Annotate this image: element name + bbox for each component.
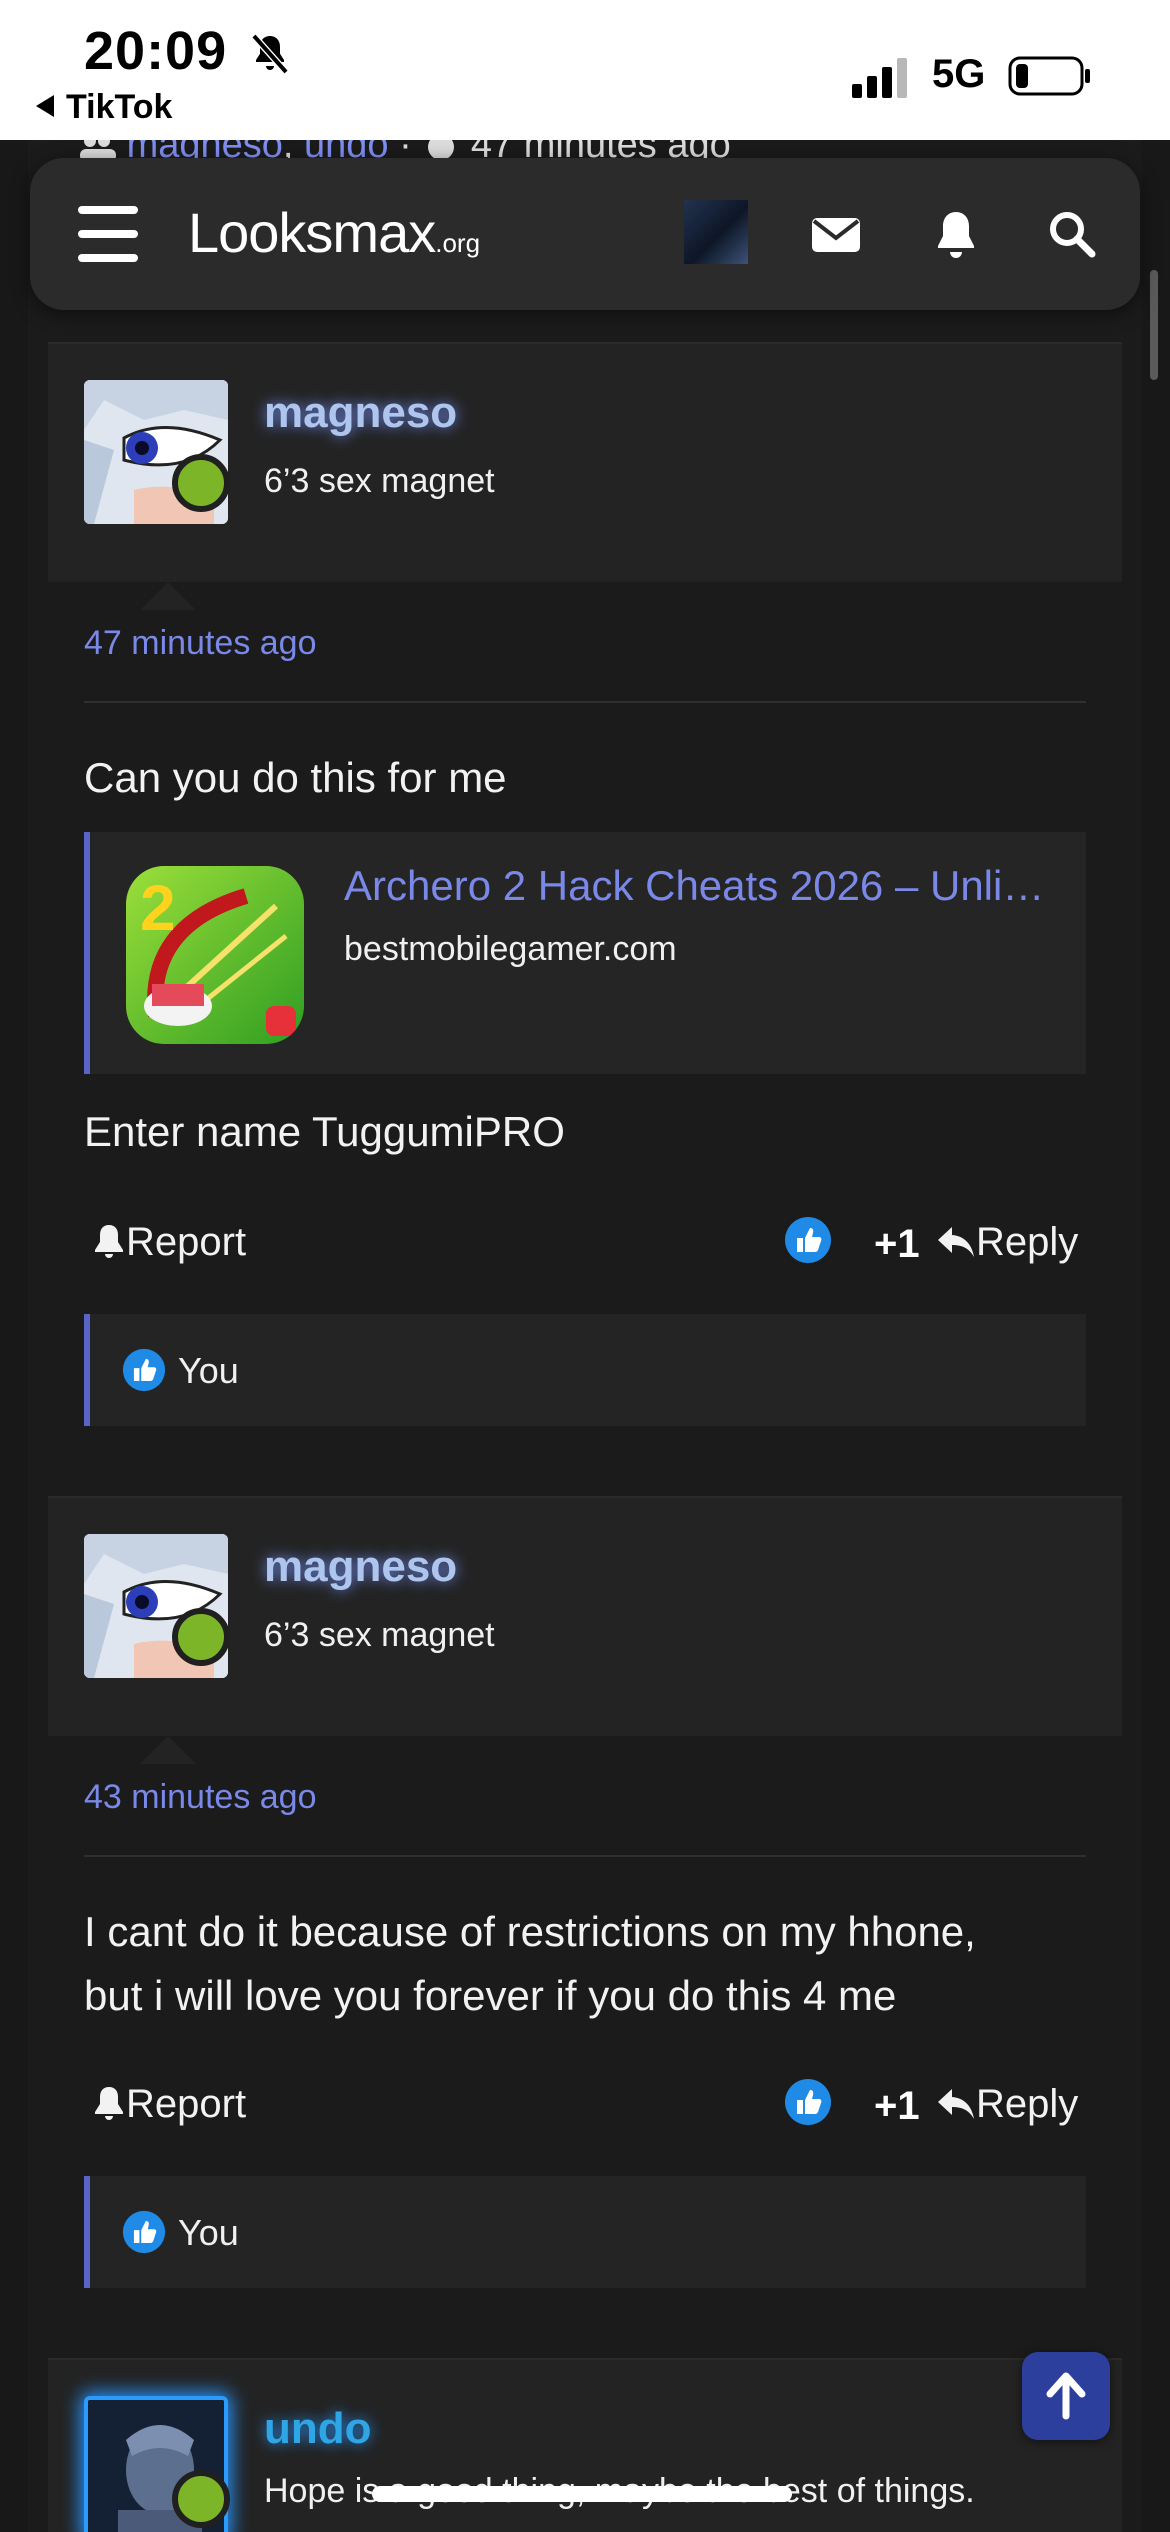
bell-icon xyxy=(95,1225,123,1258)
post-username[interactable]: magneso xyxy=(264,1542,457,1592)
divider xyxy=(84,701,1086,703)
post-message: I cant do it because of restrictions on … xyxy=(84,1900,1086,2028)
logo-text: Looksmax xyxy=(188,201,436,264)
status-bar: 20:09 TikTok 5G xyxy=(0,0,1170,140)
logo-suffix: .org xyxy=(435,228,481,258)
account-avatar[interactable] xyxy=(684,200,748,264)
report-button[interactable]: Report xyxy=(92,2082,246,2127)
post-timestamp[interactable]: 47 minutes ago xyxy=(84,624,1086,663)
status-time: 20:09 xyxy=(84,21,228,81)
reply-button[interactable]: Reply xyxy=(936,2082,1078,2127)
reply-arrow-icon xyxy=(938,1227,974,1257)
scroll-to-top-button[interactable] xyxy=(1022,2352,1110,2440)
link-domain: bestmobilegamer.com xyxy=(344,930,677,968)
bell-icon xyxy=(95,2087,123,2120)
post-message: Enter name TuggumiPRO xyxy=(84,1108,565,1155)
post-username[interactable]: magneso xyxy=(264,388,457,438)
like-icon xyxy=(122,1348,166,1392)
arrow-up-icon xyxy=(1046,2372,1086,2420)
divider xyxy=(84,1855,1086,1857)
envelope-icon[interactable] xyxy=(810,208,862,260)
reaction-count[interactable]: +1 xyxy=(874,1222,920,1267)
post-author-header: magneso 6’3 sex magnet xyxy=(48,1496,1122,1736)
link-preview[interactable]: 2 Archero 2 Hack Cheats 2026 – Unlimited… xyxy=(84,832,1086,1074)
post-actions: Report +1 Reply xyxy=(84,1210,1086,1280)
message-line: I cant do it because of restrictions on … xyxy=(84,1908,976,1955)
post-author-header: undo Hope is a good thing, maybe the bes… xyxy=(48,2358,1122,2532)
silent-bell-icon xyxy=(251,33,289,75)
link-title[interactable]: Archero 2 Hack Cheats 2026 – Unlimited G… xyxy=(344,862,1064,910)
menu-icon[interactable] xyxy=(78,206,138,262)
post-meta: 43 minutes ago xyxy=(84,1778,1086,1857)
battery-icon xyxy=(1008,56,1090,96)
post: undo Hope is a good thing, maybe the bes… xyxy=(48,2358,1122,2532)
redaction-scribble xyxy=(372,2486,792,2502)
cellular-signal-icon xyxy=(852,58,907,98)
post-message: Can you do this for me xyxy=(84,754,507,801)
scrollbar[interactable] xyxy=(1150,270,1158,380)
reply-label: Reply xyxy=(976,1220,1079,1264)
message-line: but i will love you forever if you do th… xyxy=(84,1972,897,2019)
post-author-header: magneso 6’3 sex magnet xyxy=(48,342,1122,582)
header-pointer xyxy=(140,582,196,610)
report-button[interactable]: Report xyxy=(92,1220,246,1265)
back-arrow-icon xyxy=(36,95,54,117)
reply-label: Reply xyxy=(976,2082,1079,2126)
like-icon xyxy=(122,2210,166,2254)
online-status-indicator xyxy=(172,2470,230,2528)
post-actions: Report +1 Reply xyxy=(84,2072,1086,2142)
top-navigation: Looksmax.org xyxy=(30,158,1140,310)
post-meta: 47 minutes ago xyxy=(84,624,1086,703)
reacted-by[interactable]: You xyxy=(178,2212,239,2254)
user-title: 6’3 sex magnet xyxy=(264,1616,495,1654)
reactions-list[interactable]: You xyxy=(84,1314,1086,1426)
back-to-app-link[interactable]: TikTok xyxy=(36,88,172,127)
reactions-list[interactable]: You xyxy=(84,2176,1086,2288)
like-icon[interactable] xyxy=(784,2078,832,2126)
report-label: Report xyxy=(126,1220,247,1264)
site-logo[interactable]: Looksmax.org xyxy=(188,200,480,265)
network-type: 5G xyxy=(932,52,986,96)
game-app-icon: 2 xyxy=(126,866,304,1044)
reply-arrow-icon xyxy=(938,2089,974,2119)
like-icon[interactable] xyxy=(784,1216,832,1264)
reaction-count[interactable]: +1 xyxy=(874,2084,920,2129)
post-username[interactable]: undo xyxy=(264,2404,372,2454)
bell-icon[interactable] xyxy=(930,208,982,260)
online-status-indicator xyxy=(172,1608,230,1666)
reply-button[interactable]: Reply xyxy=(936,1220,1078,1265)
search-icon[interactable] xyxy=(1046,208,1098,260)
header-pointer xyxy=(140,1736,196,1764)
report-label: Report xyxy=(126,2082,247,2126)
online-status-indicator xyxy=(172,454,230,512)
reacted-by[interactable]: You xyxy=(178,1350,239,1392)
user-title: 6’3 sex magnet xyxy=(264,462,495,500)
svg-text:2: 2 xyxy=(140,872,176,944)
post-timestamp[interactable]: 43 minutes ago xyxy=(84,1778,1086,1817)
back-app-label: TikTok xyxy=(66,88,173,126)
